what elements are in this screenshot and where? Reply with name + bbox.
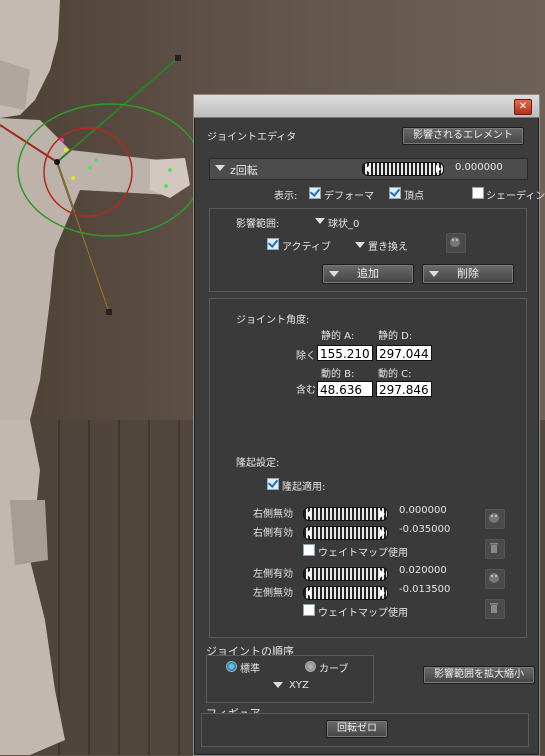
palette-icon[interactable] [446, 233, 466, 253]
bulge-apply-checkbox[interactable] [267, 478, 279, 490]
right-off-dial[interactable] [303, 507, 388, 521]
chevron-down-icon[interactable] [315, 218, 325, 224]
shading-checkbox[interactable] [472, 187, 484, 199]
left-on-dial[interactable] [303, 567, 388, 581]
dynamic-c-field[interactable]: 297.846 [376, 381, 432, 397]
exclude-label: 除く: [296, 351, 320, 362]
active-label: アクティブ [282, 242, 331, 253]
left-off-dial[interactable] [303, 586, 388, 600]
palette-icon[interactable] [485, 509, 505, 529]
joint-angle-title: ジョイント角度: [236, 315, 310, 326]
right-off-value[interactable]: 0.000000 [399, 505, 447, 516]
bulge-title: 隆起設定: [236, 458, 280, 469]
display-label: 表示: [274, 191, 298, 202]
joint-order-group: 標準 カーブ XYZ [206, 655, 374, 703]
trash-icon[interactable] [485, 539, 505, 559]
static-a-field[interactable]: 155.210 [317, 345, 373, 361]
right-weightmap-label: ウェイトマップ使用 [318, 548, 408, 559]
delete-button[interactable]: 削除 [422, 264, 514, 284]
dialog-titlebar[interactable]: ✕ [194, 95, 539, 118]
vertex-label: 頂点 [404, 191, 424, 202]
bulge-apply-label: 隆起適用: [282, 482, 326, 493]
right-on-label: 右側有効 [253, 528, 293, 539]
joint-editor-dialog: ✕ ジョイントエディタ 影響されるエレメント z回転 0.000000 表示: … [193, 94, 545, 756]
standard-radio[interactable] [226, 661, 237, 672]
static-d-label: 静的 D: [378, 331, 413, 342]
curve-radio[interactable] [305, 661, 316, 672]
vertex-checkbox[interactable] [389, 187, 401, 199]
left-weightmap-checkbox[interactable] [303, 604, 315, 616]
rotation-value[interactable]: 0.000000 [455, 162, 503, 173]
palette-icon[interactable] [485, 569, 505, 589]
panel-title: ジョイントエディタ [207, 132, 297, 143]
close-button[interactable]: ✕ [514, 99, 532, 115]
affected-elements-button[interactable]: 影響されるエレメント [402, 127, 524, 145]
static-d-field[interactable]: 297.044 [376, 345, 432, 361]
active-checkbox[interactable] [267, 238, 279, 250]
replace-label[interactable]: 置き換え [368, 238, 408, 253]
curve-label: カーブ [319, 664, 349, 675]
dynamic-c-label: 動的 C: [378, 369, 412, 380]
chevron-down-icon [329, 271, 339, 277]
influence-range-label: 影響範囲: [236, 219, 280, 230]
standard-label: 標準 [240, 664, 260, 675]
left-off-label: 左側無効 [253, 588, 293, 599]
left-off-value[interactable]: -0.013500 [399, 584, 450, 595]
left-weightmap-label: ウェイトマップ使用 [318, 608, 408, 619]
trash-icon[interactable] [485, 599, 505, 619]
chevron-down-icon [429, 271, 439, 277]
chevron-down-icon[interactable] [355, 242, 365, 248]
right-on-value[interactable]: -0.035000 [399, 524, 450, 535]
influence-range-value[interactable]: 球状_0 [328, 215, 359, 230]
dynamic-b-label: 動的 B: [321, 369, 355, 380]
zero-rotation-button[interactable]: 回転ゼロ [326, 720, 388, 738]
include-label: 含む: [296, 385, 320, 396]
left-on-label: 左側有効 [253, 569, 293, 580]
influence-group: 影響範囲: 球状_0 アクティブ 置き換え 追加 削除 [209, 208, 527, 292]
right-weightmap-checkbox[interactable] [303, 544, 315, 556]
rotation-dial[interactable] [362, 162, 444, 176]
joint-angle-group: ジョイント角度: 静的 A: 静的 D: 除く: 155.210 297.044… [209, 298, 527, 638]
add-button-label: 追加 [357, 267, 379, 280]
right-on-dial[interactable] [303, 526, 388, 540]
figure-group: 回転ゼロ [201, 713, 529, 747]
scale-range-button[interactable]: 影響範囲を拡大縮小 [423, 666, 535, 684]
right-off-label: 右側無効 [253, 509, 293, 520]
shading-label: シェーディン [486, 191, 545, 202]
deformer-checkbox[interactable] [309, 187, 321, 199]
delete-button-label: 削除 [457, 267, 479, 280]
static-a-label: 静的 A: [321, 331, 355, 342]
add-button[interactable]: 追加 [322, 264, 414, 284]
left-on-value[interactable]: 0.020000 [399, 565, 447, 576]
chevron-down-icon[interactable] [215, 165, 225, 171]
chevron-down-icon[interactable] [273, 682, 283, 688]
rotation-label: z回転 [230, 164, 258, 177]
deformer-label: デフォーマ [324, 191, 374, 202]
rotation-bar[interactable]: z回転 0.000000 [209, 158, 528, 180]
order-value[interactable]: XYZ [289, 680, 309, 691]
dynamic-b-field[interactable]: 48.636 [317, 381, 373, 397]
